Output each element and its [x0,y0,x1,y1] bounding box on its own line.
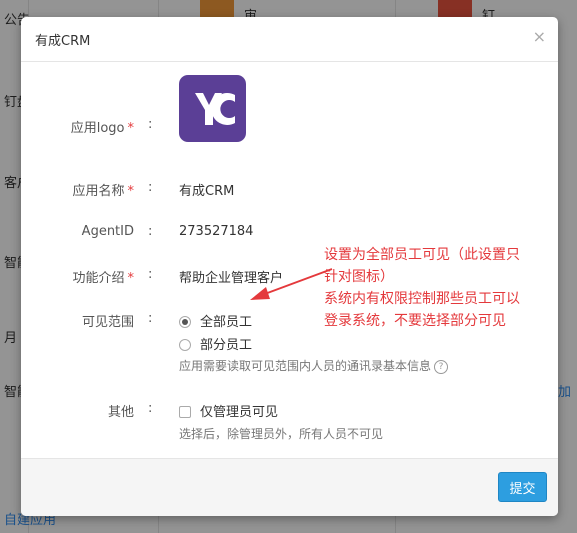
app-name-label-text: 应用名称 [72,184,125,199]
agent-id-label: AgentID [81,224,134,239]
colon: : [148,224,153,239]
app-logo[interactable] [179,75,246,142]
scope-option-partial[interactable]: 部分员工 [179,334,252,353]
required-mark: * [127,271,135,286]
scope-hint: 应用需要读取可见范围内人员的通讯录基本信息? [179,357,449,374]
admin-only-checkbox[interactable]: 仅管理员可见 [179,401,278,420]
other-label: 其他 [107,405,134,420]
logo-label: 应用logo * [21,117,134,136]
scope-option-all[interactable]: 全部员工 [179,311,252,330]
other-hint: 选择后，除管理员外，所有人员不可见 [179,427,384,441]
annotation-line: 针对图标） [324,269,394,285]
submit-button[interactable]: 提交 [498,472,547,502]
app-name-value: 有成CRM [179,184,235,199]
scope-option-partial-label: 部分员工 [200,338,253,353]
radio-unchecked-icon[interactable] [179,338,191,351]
intro-value: 帮助企业管理客户 [179,271,284,286]
annotation-line: 设置为全部员工可见（此设置只 [324,247,520,263]
annotation-line: 系统内有权限控制那些员工可以 [324,291,520,307]
logo-label-text: 应用logo [70,121,125,136]
annotation-note: 设置为全部员工可见（此设置只 针对图标） 系统内有权限控制那些员工可以 登录系统… [324,244,564,332]
scope-label: 可见范围 [81,315,134,330]
intro-label: 功能介绍 * [21,267,134,286]
modal-title: 有成CRM [35,34,91,49]
required-mark: * [127,184,135,199]
radio-checked-icon[interactable] [179,315,191,328]
colon: : [148,267,153,282]
checkbox-icon[interactable] [179,405,191,418]
colon: : [148,401,153,416]
required-mark: * [127,121,135,136]
scope-hint-text: 应用需要读取可见范围内人员的通讯录基本信息 [179,359,432,373]
modal-footer: 提交 [21,458,558,516]
close-icon[interactable]: × [533,27,546,47]
agent-id-value: 273527184 [179,224,254,239]
scope-option-all-label: 全部员工 [200,315,253,330]
admin-only-label: 仅管理员可见 [200,405,279,420]
colon: : [148,180,153,195]
modal-header: 有成CRM × [21,17,558,62]
annotation-line: 登录系统，不要选择部分可见 [324,313,506,329]
app-name-label: 应用名称 * [21,180,134,199]
intro-label-text: 功能介绍 [72,271,125,286]
help-icon[interactable]: ? [434,359,449,374]
app-logo-mark [195,93,235,125]
colon: : [148,117,153,132]
colon: : [148,311,153,326]
